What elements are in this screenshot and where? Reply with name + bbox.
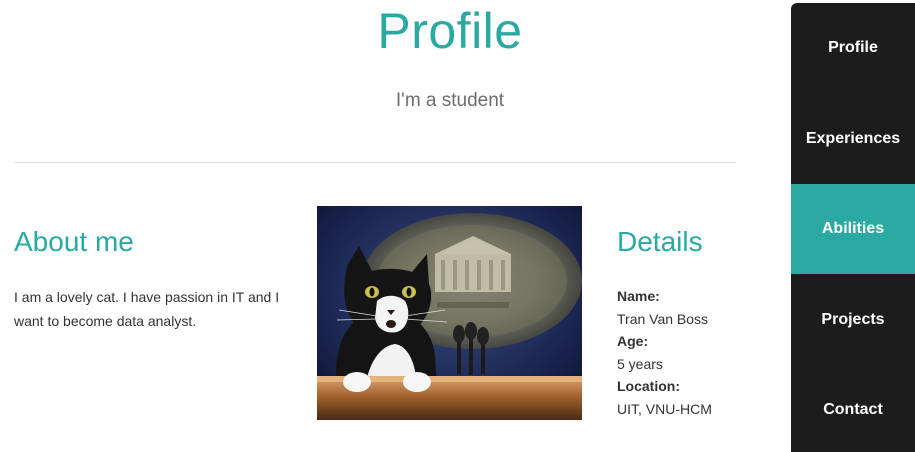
- detail-value-location: UIT, VNU-HCM: [617, 400, 712, 417]
- divider: [14, 162, 736, 163]
- details-list: Name: Tran Van Boss Age: 5 years Locatio…: [617, 285, 712, 420]
- about-text: I am a lovely cat. I have passion in IT …: [14, 289, 280, 329]
- cat-photo: [317, 206, 582, 420]
- detail-value-age: 5 years: [617, 355, 663, 372]
- detail-label-name: Name:: [617, 288, 660, 304]
- nav-item-experiences[interactable]: Experiences: [791, 94, 915, 184]
- detail-label-location: Location:: [617, 378, 680, 394]
- nav-item-label: Projects: [821, 311, 885, 328]
- main-content: Profile I'm a student About me I am a lo…: [0, 0, 790, 452]
- detail-label-age: Age:: [617, 333, 649, 349]
- nav-item-label: Contact: [823, 401, 883, 418]
- nav-item-label: Profile: [828, 39, 878, 56]
- sidebar-nav: Profile Experiences Abilities Projects C…: [791, 3, 915, 452]
- nav-item-label: Abilities: [821, 220, 885, 237]
- nav-item-label: Experiences: [805, 130, 901, 147]
- page-subtitle: I'm a student: [395, 90, 505, 111]
- detail-value-name: Tran Van Boss: [617, 310, 709, 327]
- page: Profile I'm a student About me I am a lo…: [0, 0, 915, 452]
- about-heading: About me: [14, 226, 134, 257]
- nav-item-profile[interactable]: Profile: [791, 3, 915, 93]
- page-title: Profile: [377, 3, 523, 59]
- nav-item-contact[interactable]: Contact: [791, 365, 915, 452]
- nav-item-projects[interactable]: Projects: [791, 275, 915, 365]
- cat-photo-image: [317, 206, 582, 420]
- nav-item-abilities[interactable]: Abilities: [791, 184, 915, 274]
- details-heading: Details: [617, 226, 703, 257]
